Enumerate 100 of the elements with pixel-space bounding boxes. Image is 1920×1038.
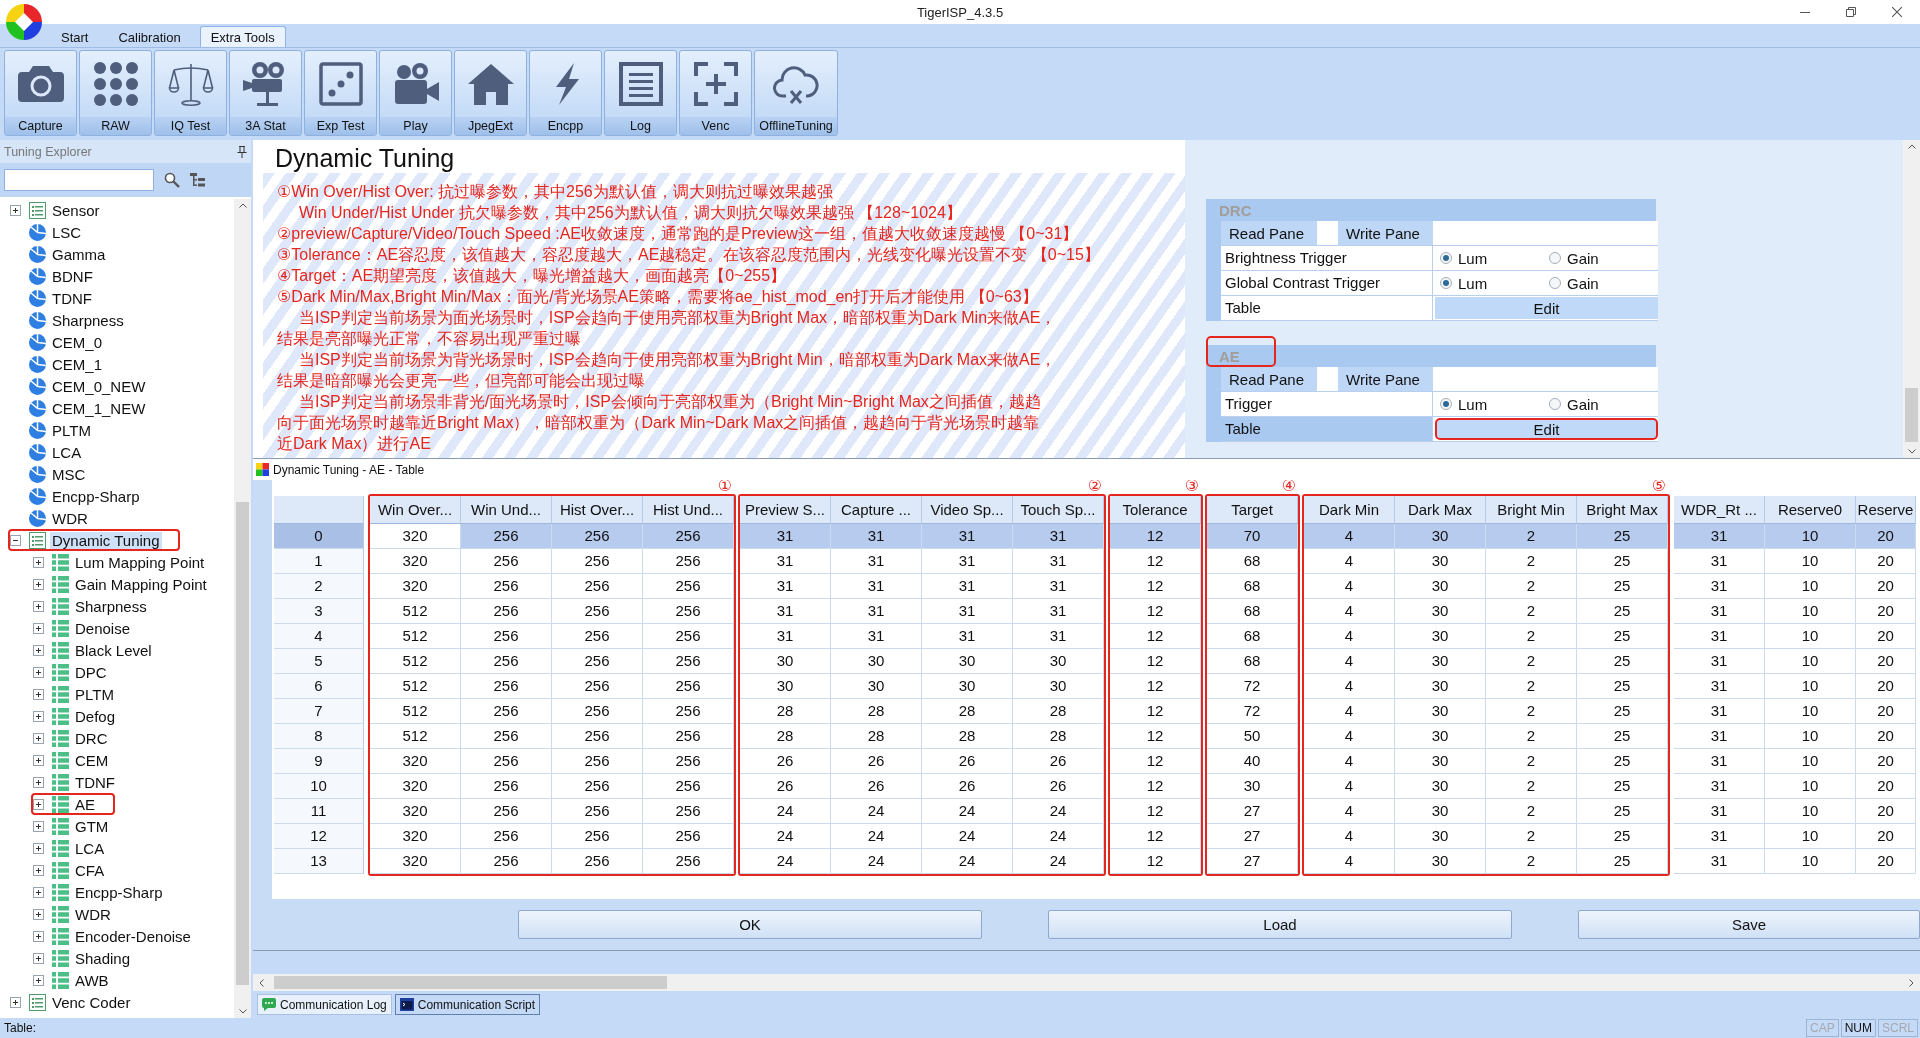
column-header[interactable]: Bright Min <box>1486 496 1577 524</box>
scroll-left-icon[interactable] <box>259 978 264 987</box>
ribbon-tab[interactable]: Start <box>50 26 100 47</box>
expand-icon[interactable] <box>33 974 44 986</box>
tree-item[interactable]: GTM <box>31 815 129 837</box>
radio-icon[interactable] <box>1549 252 1561 264</box>
tree-item[interactable]: MSC <box>8 463 106 485</box>
toolbar-button[interactable]: RAW <box>79 50 152 136</box>
tree-item[interactable]: TDNF <box>8 287 112 309</box>
column-header[interactable]: WDR_Rt ... <box>1674 496 1765 524</box>
column-header[interactable]: Hist Over... <box>552 496 643 524</box>
scrollbar-thumb[interactable] <box>1905 388 1918 443</box>
toolbar-button[interactable]: Play <box>379 50 452 136</box>
tree-item[interactable]: Gamma <box>8 243 126 265</box>
expand-icon[interactable] <box>33 798 44 810</box>
radio-icon[interactable] <box>1549 398 1561 410</box>
scroll-up-icon[interactable] <box>1907 144 1916 149</box>
tree-item[interactable]: Denoise <box>31 617 151 639</box>
tree-item[interactable]: Encpp-Sharp <box>8 485 160 507</box>
tree-item[interactable]: CEM_0_NEW <box>8 375 166 397</box>
expand-icon[interactable] <box>33 776 44 788</box>
tree-item[interactable]: AE <box>31 793 115 815</box>
collapse-icon[interactable] <box>10 534 21 546</box>
expand-icon[interactable] <box>33 930 44 942</box>
toolbar-button[interactable]: Capture <box>4 50 77 136</box>
column-header[interactable]: Win Over... <box>370 496 461 524</box>
toolbar-button[interactable]: 3A Stat <box>229 50 302 136</box>
dialog-button[interactable]: OK <box>518 910 982 939</box>
pane-tab[interactable]: Write Pane <box>1338 367 1433 391</box>
column-header[interactable]: Target <box>1207 496 1298 524</box>
tree-item[interactable]: DRC <box>31 727 128 749</box>
expand-icon[interactable] <box>10 996 21 1008</box>
column-header[interactable]: Dark Max <box>1395 496 1486 524</box>
pane-tab[interactable]: Read Pane <box>1221 367 1317 391</box>
column-header[interactable]: Tolerance <box>1110 496 1201 524</box>
tree-item[interactable]: Venc Coder <box>8 991 151 1013</box>
column-header[interactable]: Bright Max <box>1577 496 1668 524</box>
tree-item[interactable]: Sharpness <box>31 595 167 617</box>
tree-item[interactable]: Encpp-Sharp <box>31 881 183 903</box>
expand-icon[interactable] <box>33 886 44 898</box>
column-header[interactable]: Win Und... <box>461 496 552 524</box>
tree-item[interactable]: Lum Mapping Point <box>31 551 225 573</box>
radio-option[interactable]: Gain <box>1549 395 1658 413</box>
column-header[interactable]: Dark Min <box>1304 496 1395 524</box>
pane-tab[interactable]: Write Pane <box>1338 221 1433 245</box>
tree-item[interactable]: CEM <box>31 749 129 771</box>
radio-option[interactable]: Lum <box>1440 395 1549 413</box>
vertical-scrollbar[interactable] <box>1903 140 1920 458</box>
toolbar-button[interactable]: Venc <box>679 50 752 136</box>
toolbar-button[interactable]: Exp Test <box>304 50 377 136</box>
toolbar-button[interactable]: IQ Test <box>154 50 227 136</box>
column-header[interactable]: Capture ... <box>831 496 922 524</box>
scroll-right-icon[interactable] <box>1909 978 1914 987</box>
column-header[interactable]: Reserve <box>1856 496 1916 524</box>
tree-item[interactable]: CEM_0 <box>8 331 123 353</box>
expand-icon[interactable] <box>33 732 44 744</box>
column-header[interactable]: Preview S... <box>740 496 831 524</box>
tree-item[interactable]: DPC <box>31 661 127 683</box>
scroll-down-icon[interactable] <box>1907 449 1916 454</box>
bottom-tab[interactable]: Communication Script <box>394 994 541 1015</box>
column-header[interactable]: Video Sp... <box>922 496 1013 524</box>
expand-icon[interactable] <box>33 952 44 964</box>
dialog-button[interactable]: Save <box>1578 910 1920 939</box>
toolbar-button[interactable]: OfflineTuning <box>754 50 838 136</box>
edit-button[interactable]: Edit <box>1435 297 1658 319</box>
radio-option[interactable]: Gain <box>1549 274 1658 292</box>
expand-icon[interactable] <box>33 556 44 568</box>
pane-tab[interactable]: Read Pane <box>1221 221 1317 245</box>
tree-item[interactable]: PLTM <box>31 683 134 705</box>
tree-item[interactable]: Sharpness <box>8 309 144 331</box>
expand-icon[interactable] <box>33 908 44 920</box>
tree-item[interactable]: LCA <box>8 441 102 463</box>
tree-item[interactable]: Black Level <box>31 639 172 661</box>
radio-icon[interactable] <box>1440 277 1452 289</box>
toolbar-button[interactable]: JpegExt <box>454 50 527 136</box>
expand-icon[interactable] <box>33 820 44 832</box>
tree-view-icon[interactable] <box>190 172 206 188</box>
column-header[interactable]: Touch Sp... <box>1013 496 1104 524</box>
bottom-tab[interactable]: Communication Log <box>257 994 392 1015</box>
horizontal-scrollbar[interactable] <box>253 974 1920 991</box>
expand-icon[interactable] <box>33 864 44 876</box>
tree-item[interactable]: BDNF <box>8 265 113 287</box>
radio-option[interactable]: Lum <box>1440 274 1549 292</box>
scrollbar-thumb[interactable] <box>236 502 249 986</box>
column-header[interactable]: Hist Und... <box>643 496 734 524</box>
search-field[interactable] <box>4 169 154 191</box>
expand-icon[interactable] <box>33 644 44 656</box>
pin-icon[interactable] <box>237 145 247 158</box>
expand-icon[interactable] <box>33 578 44 590</box>
dialog-button[interactable]: Load <box>1048 910 1512 939</box>
tree-item[interactable]: AWB <box>31 969 129 991</box>
expand-icon[interactable] <box>10 204 21 216</box>
radio-option[interactable]: Lum <box>1440 249 1549 267</box>
search-icon[interactable] <box>164 172 180 188</box>
expand-icon[interactable] <box>33 622 44 634</box>
tree-item[interactable]: PLTM <box>8 419 111 441</box>
expand-icon[interactable] <box>33 666 44 678</box>
scroll-down-icon[interactable] <box>238 1009 247 1014</box>
scrollbar-thumb[interactable] <box>274 976 667 989</box>
tree-item[interactable]: CEM_1 <box>8 353 123 375</box>
